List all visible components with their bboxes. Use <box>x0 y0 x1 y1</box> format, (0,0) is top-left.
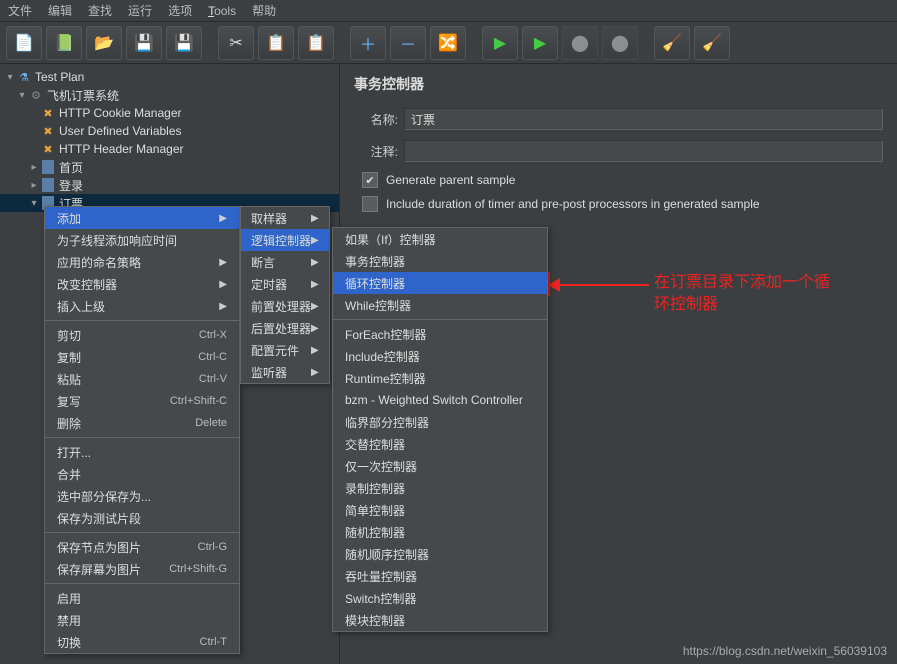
ctx-save-screen-img[interactable]: 保存屏幕为图片Ctrl+Shift-G <box>45 558 239 580</box>
lc-foreach[interactable]: ForEach控制器 <box>333 323 547 345</box>
annotation-text: 在订票目录下添加一个循环控制器 <box>654 272 830 316</box>
ctx-add[interactable]: 添加▶ <box>45 207 239 229</box>
ctx-insert-parent[interactable]: 插入上级▶ <box>45 295 239 317</box>
lc-while[interactable]: While控制器 <box>333 294 547 316</box>
ctx-thread-time[interactable]: 为子线程添加响应时间 <box>45 229 239 251</box>
sm-post[interactable]: 后置处理器▶ <box>241 317 329 339</box>
lc-switch[interactable]: Switch控制器 <box>333 587 547 609</box>
name-label: 名称: <box>354 111 398 128</box>
lc-simple[interactable]: 简单控制器 <box>333 499 547 521</box>
ctx-enable[interactable]: 启用 <box>45 587 239 609</box>
ctx-dup[interactable]: 复写Ctrl+Shift-C <box>45 390 239 412</box>
context-menu: 添加▶ 为子线程添加响应时间 应用的命名策略▶ 改变控制器▶ 插入上级▶ 剪切C… <box>44 206 240 654</box>
lc-throughput[interactable]: 吞吐量控制器 <box>333 565 547 587</box>
menu-search[interactable]: 查找 <box>88 2 112 19</box>
tb-cut[interactable]: ✂ <box>218 26 254 60</box>
ctx-disable[interactable]: 禁用 <box>45 609 239 631</box>
comment-input[interactable] <box>404 140 883 162</box>
toolbar: 📄 📗 📂 💾 💾 ✂ 📋 📋 ＋ － 🔀 ▶ ▶ ⬤ ⬤ 🧹 🧹 <box>0 22 897 64</box>
menu-run[interactable]: 运行 <box>128 2 152 19</box>
lc-runtime[interactable]: Runtime控制器 <box>333 367 547 389</box>
annotation-arrow-head <box>548 278 560 292</box>
tb-clear[interactable]: 🧹 <box>654 26 690 60</box>
tb-expand[interactable]: ＋ <box>350 26 386 60</box>
sm-assert[interactable]: 断言▶ <box>241 251 329 273</box>
tree-vars[interactable]: ✖User Defined Variables <box>0 122 339 140</box>
tree-root[interactable]: ▾⚗Test Plan <box>0 68 339 86</box>
tb-save-as[interactable]: 💾 <box>166 26 202 60</box>
panel-title: 事务控制器 <box>354 74 883 94</box>
ctx-save-node-img[interactable]: 保存节点为图片Ctrl-G <box>45 536 239 558</box>
menu-edit[interactable]: 编辑 <box>48 2 72 19</box>
tb-open[interactable]: 📂 <box>86 26 122 60</box>
lc-random-order[interactable]: 随机顺序控制器 <box>333 543 547 565</box>
tree-home[interactable]: ▸首页 <box>0 158 339 176</box>
chk-generate-parent-label: Generate parent sample <box>386 173 515 187</box>
ctx-open[interactable]: 打开... <box>45 441 239 463</box>
ctx-naming[interactable]: 应用的命名策略▶ <box>45 251 239 273</box>
sm-logic[interactable]: 逻辑控制器▶ <box>241 229 329 251</box>
lc-module[interactable]: 模块控制器 <box>333 609 547 631</box>
tree-cookie[interactable]: ✖HTTP Cookie Manager <box>0 104 339 122</box>
ctx-toggle[interactable]: 切换Ctrl-T <box>45 631 239 653</box>
chk-include-duration-label: Include duration of timer and pre-post p… <box>386 197 760 211</box>
menubar: 文件 编辑 查找 运行 选项 Tools 帮助 <box>0 0 897 22</box>
lc-random[interactable]: 随机控制器 <box>333 521 547 543</box>
tb-stop[interactable]: ⬤ <box>562 26 598 60</box>
tb-toggle[interactable]: 🔀 <box>430 26 466 60</box>
tb-templates[interactable]: 📗 <box>46 26 82 60</box>
menu-help[interactable]: 帮助 <box>252 2 276 19</box>
ctx-save-frag[interactable]: 保存为测试片段 <box>45 507 239 529</box>
tb-clear-all[interactable]: 🧹 <box>694 26 730 60</box>
sm-listener[interactable]: 监听器▶ <box>241 361 329 383</box>
lc-bzm[interactable]: bzm - Weighted Switch Controller <box>333 389 547 411</box>
lc-record[interactable]: 录制控制器 <box>333 477 547 499</box>
tb-copy[interactable]: 📋 <box>258 26 294 60</box>
tree-login[interactable]: ▸登录 <box>0 176 339 194</box>
menu-file[interactable]: 文件 <box>8 2 32 19</box>
chk-generate-parent[interactable]: ✔ <box>362 172 378 188</box>
chk-include-duration[interactable] <box>362 196 378 212</box>
ctx-change-ctrl[interactable]: 改变控制器▶ <box>45 273 239 295</box>
lc-loop[interactable]: 循环控制器 <box>333 272 547 294</box>
menu-tools[interactable]: Tools <box>208 4 236 18</box>
lc-interleave[interactable]: 交替控制器 <box>333 433 547 455</box>
tb-shutdown[interactable]: ⬤ <box>602 26 638 60</box>
tb-start[interactable]: ▶ <box>482 26 518 60</box>
ctx-merge[interactable]: 合并 <box>45 463 239 485</box>
menu-options[interactable]: 选项 <box>168 2 192 19</box>
tb-new[interactable]: 📄 <box>6 26 42 60</box>
annotation-arrow-line <box>553 284 649 286</box>
ctx-cut[interactable]: 剪切Ctrl-X <box>45 324 239 346</box>
tree-sys[interactable]: ▾⚙飞机订票系统 <box>0 86 339 104</box>
tb-paste[interactable]: 📋 <box>298 26 334 60</box>
tb-start-no-pause[interactable]: ▶ <box>522 26 558 60</box>
tb-collapse[interactable]: － <box>390 26 426 60</box>
submenu-add: 取样器▶ 逻辑控制器▶ 断言▶ 定时器▶ 前置处理器▶ 后置处理器▶ 配置元件▶… <box>240 206 330 384</box>
watermark: https://blog.csdn.net/weixin_56039103 <box>683 644 887 658</box>
ctx-paste[interactable]: 粘贴Ctrl-V <box>45 368 239 390</box>
sm-timer[interactable]: 定时器▶ <box>241 273 329 295</box>
ctx-del[interactable]: 删除Delete <box>45 412 239 434</box>
comment-label: 注释: <box>354 143 398 160</box>
sm-config[interactable]: 配置元件▶ <box>241 339 329 361</box>
tb-save[interactable]: 💾 <box>126 26 162 60</box>
sm-pre[interactable]: 前置处理器▶ <box>241 295 329 317</box>
tree-header[interactable]: ✖HTTP Header Manager <box>0 140 339 158</box>
ctx-copy[interactable]: 复制Ctrl-C <box>45 346 239 368</box>
lc-once[interactable]: 仅一次控制器 <box>333 455 547 477</box>
lc-trans[interactable]: 事务控制器 <box>333 250 547 272</box>
submenu-logic: 如果（If）控制器 事务控制器 循环控制器 While控制器 ForEach控制… <box>332 227 548 632</box>
lc-if[interactable]: 如果（If）控制器 <box>333 228 547 250</box>
ctx-save-sel[interactable]: 选中部分保存为... <box>45 485 239 507</box>
lc-crit[interactable]: 临界部分控制器 <box>333 411 547 433</box>
sm-sampler[interactable]: 取样器▶ <box>241 207 329 229</box>
name-input[interactable] <box>404 108 883 130</box>
lc-include[interactable]: Include控制器 <box>333 345 547 367</box>
